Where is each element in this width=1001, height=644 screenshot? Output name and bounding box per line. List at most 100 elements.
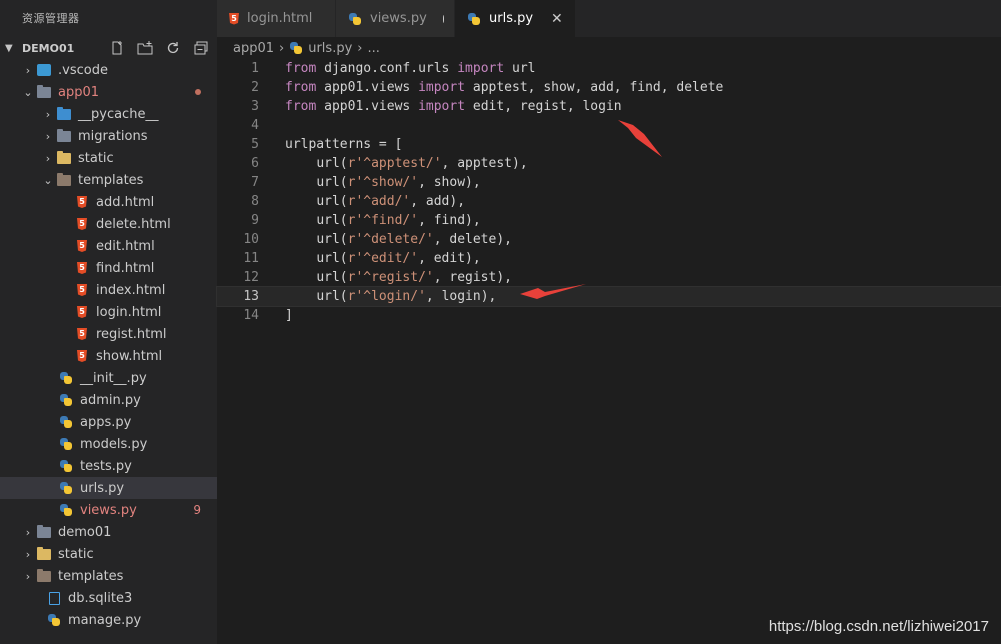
code-line[interactable]: 10 url(r'^delete/', delete),: [217, 230, 1001, 249]
code-line[interactable]: 13 url(r'^login/', login),: [216, 286, 1001, 307]
new-file-icon[interactable]: [109, 40, 125, 56]
code-text: url(r'^edit/', edit),: [316, 251, 481, 266]
tree-item[interactable]: › static: [0, 543, 217, 565]
tree-item[interactable]: › static: [0, 147, 217, 169]
html5-icon: 5: [74, 326, 90, 342]
code-text: url(r'^regist/', regist),: [316, 270, 512, 285]
tree-item[interactable]: 5 login.html: [0, 301, 217, 323]
code-editor[interactable]: 1 from django.conf.urls import url 2 from a…: [216, 59, 1001, 325]
html5-icon: 5: [229, 12, 239, 25]
chevron-down-icon: ▼: [5, 42, 13, 54]
code-text: url(r'^show/', show),: [316, 175, 481, 190]
close-icon[interactable]: ✕: [551, 11, 563, 27]
file-tree: › .vscode ⌄ app01 › __pycache__ › migrations › st…: [0, 59, 217, 631]
line-number: 4: [251, 118, 259, 133]
breadcrumb-more[interactable]: ...: [367, 41, 379, 56]
chevron-right-icon: ›: [25, 63, 31, 77]
tree-item[interactable]: › templates: [0, 565, 217, 587]
tree-item[interactable]: __init__.py: [0, 367, 217, 389]
code-line[interactable]: 8 url(r'^add/', add),: [217, 192, 1001, 211]
tree-item-label: .vscode: [58, 62, 108, 78]
code-line[interactable]: 6 url(r'^apptest/', apptest),: [217, 154, 1001, 173]
tree-item-label: regist.html: [96, 326, 167, 342]
code-text: url(r'^login/', login),: [316, 289, 497, 304]
code-line[interactable]: 5 urlpatterns = [: [217, 135, 1001, 154]
code-line[interactable]: 3 from app01.views import edit, regist, l…: [217, 97, 1001, 116]
tab-login-html[interactable]: 5 login.html: [217, 0, 336, 37]
tree-item[interactable]: tests.py: [0, 455, 217, 477]
tree-item[interactable]: models.py: [0, 433, 217, 455]
code-line[interactable]: 9 url(r'^find/', find),: [217, 211, 1001, 230]
tree-item[interactable]: › .vscode: [0, 59, 217, 81]
tree-item-label: show.html: [96, 348, 163, 364]
tree-item-label: delete.html: [96, 216, 171, 232]
database-icon: [46, 590, 62, 606]
line-number: 2: [251, 80, 259, 95]
html5-icon: 5: [74, 282, 90, 298]
breadcrumb-file[interactable]: urls.py: [308, 41, 352, 56]
python-icon: [46, 612, 62, 628]
tree-item-label: add.html: [96, 194, 155, 210]
tree-item[interactable]: › __pycache__: [0, 103, 217, 125]
editor-tabs: 5 login.html views.py urls.py ✕: [217, 0, 1001, 37]
tree-item[interactable]: ⌄ app01: [0, 81, 217, 103]
python-icon: [58, 502, 74, 518]
code-line[interactable]: 14]: [217, 306, 1001, 325]
workspace-section-header[interactable]: ▼ DEMO01: [0, 37, 217, 59]
folder-icon: [56, 128, 72, 144]
tree-item-label: db.sqlite3: [68, 590, 133, 606]
tree-item[interactable]: db.sqlite3: [0, 587, 217, 609]
tree-item[interactable]: › demo01: [0, 521, 217, 543]
new-folder-icon[interactable]: [137, 40, 153, 56]
tree-item[interactable]: 5 show.html: [0, 345, 217, 367]
tree-item[interactable]: urls.py: [0, 477, 217, 499]
code-line[interactable]: 7 url(r'^show/', show),: [217, 173, 1001, 192]
watermark: https://blog.csdn.net/lizhiwei2017: [768, 618, 989, 635]
tree-item[interactable]: ⌄ templates: [0, 169, 217, 191]
tree-item[interactable]: 5 find.html: [0, 257, 217, 279]
tree-item-label: urls.py: [80, 480, 125, 496]
code-text: url(r'^apptest/', apptest),: [316, 156, 528, 171]
python-icon: [58, 458, 74, 474]
workspace-name: DEMO01: [22, 41, 75, 55]
breadcrumb-folder[interactable]: app01: [233, 41, 274, 56]
chevron-down-icon: ⌄: [43, 173, 53, 187]
static-folder-icon: [36, 546, 52, 562]
python-icon: [58, 370, 74, 386]
tree-item[interactable]: › migrations: [0, 125, 217, 147]
line-number: 14: [243, 308, 259, 323]
code-line[interactable]: 12 url(r'^regist/', regist),: [217, 268, 1001, 287]
code-line[interactable]: 11 url(r'^edit/', edit),: [217, 249, 1001, 268]
tree-item[interactable]: admin.py: [0, 389, 217, 411]
tree-item[interactable]: manage.py: [0, 609, 217, 631]
code-text: from django.conf.urls import url: [285, 61, 536, 76]
refresh-icon[interactable]: [165, 40, 181, 56]
tree-item-label: admin.py: [80, 392, 141, 408]
python-icon: [348, 12, 362, 26]
tree-item-label: tests.py: [80, 458, 132, 474]
tree-item[interactable]: 5 edit.html: [0, 235, 217, 257]
tab-views-py[interactable]: views.py: [336, 0, 455, 37]
tree-item[interactable]: 5 add.html: [0, 191, 217, 213]
tree-item[interactable]: apps.py: [0, 411, 217, 433]
code-text: url(r'^delete/', delete),: [316, 232, 512, 247]
chevron-right-icon: ›: [45, 151, 51, 165]
folder-icon: [36, 524, 52, 540]
collapse-all-icon[interactable]: [193, 40, 209, 56]
code-text: url(r'^find/', find),: [316, 213, 481, 228]
tree-item-label: __init__.py: [80, 370, 147, 386]
html5-icon: 5: [74, 238, 90, 254]
tree-item-label: demo01: [58, 524, 112, 540]
tab-label: login.html: [247, 11, 313, 26]
tab-urls-py[interactable]: urls.py ✕: [455, 0, 576, 37]
tree-item[interactable]: 5 delete.html: [0, 213, 217, 235]
tree-item[interactable]: 5 index.html: [0, 279, 217, 301]
tree-item[interactable]: views.py 9: [0, 499, 217, 521]
code-line[interactable]: 1 from django.conf.urls import url: [217, 59, 1001, 78]
tree-item-label: index.html: [96, 282, 166, 298]
tree-item[interactable]: 5 regist.html: [0, 323, 217, 345]
unsaved-dot-icon[interactable]: [442, 14, 444, 23]
code-line[interactable]: 4: [217, 116, 1001, 135]
problem-count-badge: 9: [193, 503, 201, 517]
code-line[interactable]: 2 from app01.views import apptest, show, …: [217, 78, 1001, 97]
